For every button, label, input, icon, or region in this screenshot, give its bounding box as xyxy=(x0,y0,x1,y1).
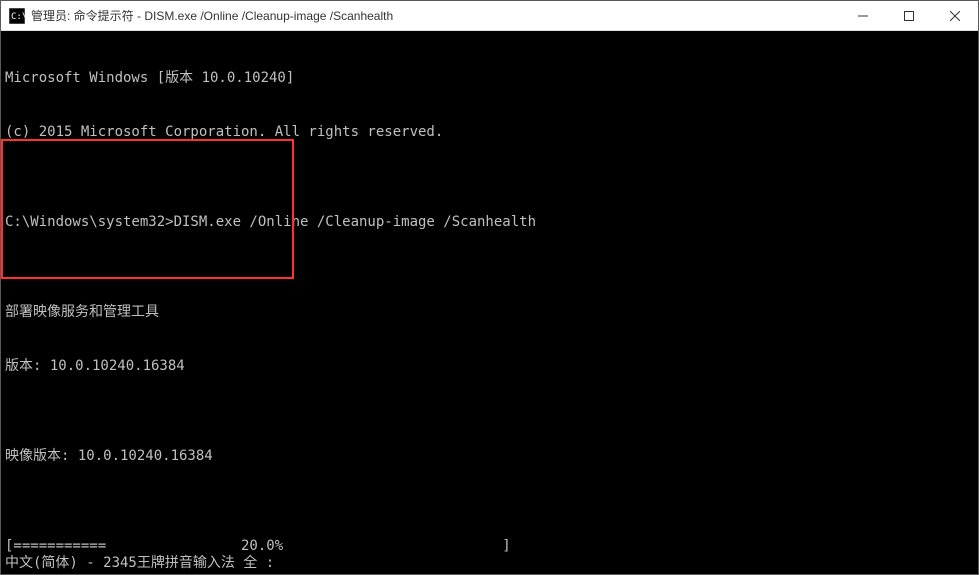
terminal-area[interactable]: Microsoft Windows [版本 10.0.10240] (c) 20… xyxy=(1,31,978,574)
command-prompt-window: C:\ 管理员: 命令提示符 - DISM.exe /Online /Clean… xyxy=(0,0,979,575)
highlight-annotation xyxy=(1,139,294,279)
terminal-line: (c) 2015 Microsoft Corporation. All righ… xyxy=(5,123,974,141)
terminal-line: 映像版本: 10.0.10240.16384 xyxy=(5,447,974,465)
svg-text:C:\: C:\ xyxy=(11,12,25,22)
ime-status: 中文(简体) - 2345王牌拼音输入法 全 : xyxy=(5,554,274,572)
cmd-icon: C:\ xyxy=(9,8,25,24)
terminal-line: Microsoft Windows [版本 10.0.10240] xyxy=(5,69,974,87)
close-button[interactable] xyxy=(932,1,978,30)
progress-line: [=========== 20.0% ] xyxy=(5,537,974,555)
titlebar[interactable]: C:\ 管理员: 命令提示符 - DISM.exe /Online /Clean… xyxy=(1,1,978,31)
maximize-button[interactable] xyxy=(886,1,932,30)
window-title: 管理员: 命令提示符 - DISM.exe /Online /Cleanup-i… xyxy=(31,7,840,24)
minimize-button[interactable] xyxy=(840,1,886,30)
terminal-line: 部署映像服务和管理工具 xyxy=(5,303,974,321)
terminal-line: 版本: 10.0.10240.16384 xyxy=(5,357,974,375)
window-controls xyxy=(840,1,978,30)
terminal-line: C:\Windows\system32>DISM.exe /Online /Cl… xyxy=(5,213,974,231)
